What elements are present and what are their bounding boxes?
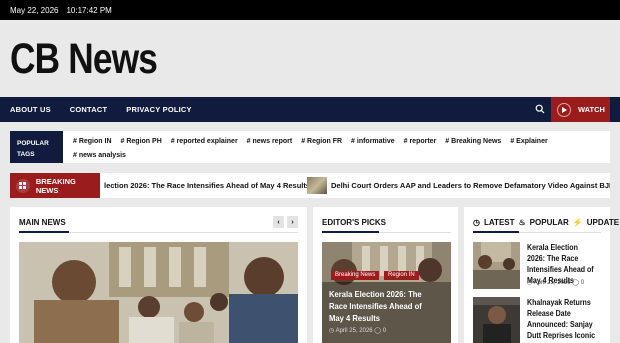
clock-icon: ◷ <box>527 280 533 286</box>
site-logo[interactable]: CB News <box>10 38 158 81</box>
comment-icon: ◯ <box>572 280 580 286</box>
section-title: EDITOR'S PICKS <box>322 218 386 227</box>
post-meta: ◷ April 25, 2026 ◯ 0 <box>527 279 584 286</box>
comment-count: 0 <box>382 328 387 334</box>
post-date: April 25, 2026 <box>533 280 571 286</box>
tag-reporter[interactable]: # reporter <box>404 136 437 147</box>
tag-reported-explainer[interactable]: # reported explainer <box>171 136 238 147</box>
tab-latest[interactable]: LATEST <box>484 218 515 227</box>
section-underline <box>473 231 519 233</box>
tag-region-in[interactable]: # Region IN <box>73 136 112 147</box>
tag-informative[interactable]: # informative <box>351 136 395 147</box>
editors-picks-section: EDITOR'S PICKS Breaking News Region IN K… <box>313 207 458 343</box>
tab-update[interactable]: UPDATE <box>587 218 619 227</box>
sidebar-tabs: ◷ LATEST ♨ POPULAR ⚡ UPDATE <box>473 218 619 227</box>
play-icon <box>557 102 571 117</box>
watch-button[interactable]: WATCH <box>551 97 610 122</box>
bolt-icon: ⚡ <box>572 218 583 227</box>
news-photo <box>19 242 298 343</box>
tag-region-fr[interactable]: # Region FR <box>301 136 342 147</box>
breaking-news-label: BREAKING NEWS <box>10 173 100 198</box>
sidebar-item-thumbnail[interactable] <box>473 242 520 289</box>
sidebar-tabs-widget: ◷ LATEST ♨ POPULAR ⚡ UPDATE Kerala Elect… <box>464 207 619 343</box>
tag-news-report[interactable]: # news report <box>247 136 293 147</box>
divider <box>519 232 601 233</box>
prev-arrow-button[interactable]: ‹ <box>273 216 284 228</box>
tag-breaking-news[interactable]: # Breaking News <box>445 136 501 147</box>
section-title: MAIN NEWS <box>19 218 66 227</box>
divider <box>379 232 451 233</box>
popular-tags: POPULAR TAGS # Region IN # Region PH # r… <box>10 131 610 163</box>
post-date: April 25, 2026 <box>335 328 373 334</box>
watch-label: WATCH <box>578 105 605 114</box>
sidebar-item-title[interactable]: Khalnayak Returns Release Date Announced… <box>527 297 597 341</box>
flame-icon: ♨ <box>518 218 526 227</box>
top-bar: May 22, 2026 10:17:42 PM <box>0 0 620 20</box>
current-time: 10:17:42 PM <box>66 5 112 15</box>
clock-icon: ◷ <box>473 218 480 227</box>
comment-count: 0 <box>580 280 585 286</box>
nav-privacy-policy[interactable]: PRIVACY POLICY <box>126 105 191 114</box>
section-underline <box>19 231 69 233</box>
comment-icon: ◯ <box>374 328 382 334</box>
tags-list: # Region IN # Region PH # reported expla… <box>63 131 608 163</box>
sidebar-item-thumbnail[interactable] <box>473 297 520 343</box>
tag-news-analysis[interactable]: # news analysis <box>73 150 126 161</box>
main-nav: ABOUT US CONTACT PRIVACY POLICY WATCH <box>0 97 620 122</box>
tab-popular[interactable]: POPULAR <box>530 218 569 227</box>
section-underline <box>322 231 379 233</box>
news-photo <box>473 297 520 343</box>
news-photo <box>473 242 520 289</box>
category-badge[interactable]: Breaking News <box>331 271 380 280</box>
grid-icon <box>16 178 30 193</box>
next-arrow-button[interactable]: › <box>287 216 298 228</box>
editors-pick-headline[interactable]: Kerala Election 2026: The Race Intensifi… <box>329 288 437 324</box>
clock-icon: ◷ <box>329 328 335 334</box>
category-badge[interactable]: Region IN <box>384 271 419 280</box>
tag-region-ph[interactable]: # Region PH <box>121 136 162 147</box>
ticker-item[interactable]: Delhi Court Orders AAP and Leaders to Re… <box>331 181 610 190</box>
current-date: May 22, 2026 <box>10 5 59 15</box>
main-news-section: MAIN NEWS ‹ › <box>10 207 307 343</box>
ticker-item[interactable]: lection 2026: The Race Intensifies Ahead… <box>104 181 310 190</box>
main-news-image[interactable] <box>19 242 298 343</box>
breaking-news-ticker: BREAKING NEWS lection 2026: The Race Int… <box>10 173 610 198</box>
popular-tags-label: POPULAR TAGS <box>10 131 63 163</box>
nav-about-us[interactable]: ABOUT US <box>10 105 51 114</box>
ticker-thumbnail[interactable] <box>307 177 327 194</box>
post-meta: ◷ April 25, 2026 ◯ 0 <box>329 327 386 334</box>
search-icon[interactable] <box>535 104 545 114</box>
nav-contact[interactable]: CONTACT <box>70 105 108 114</box>
tag-explainer[interactable]: # Explainer <box>510 136 547 147</box>
divider <box>69 232 298 233</box>
